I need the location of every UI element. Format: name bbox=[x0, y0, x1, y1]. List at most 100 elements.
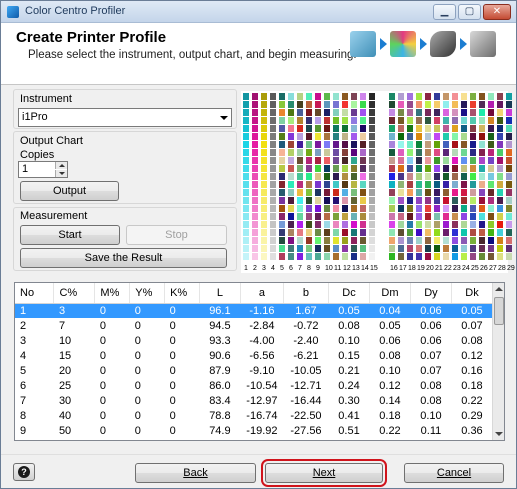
color-patch bbox=[243, 245, 249, 252]
color-patch bbox=[360, 197, 366, 204]
table-row[interactable]: 6 25 0 0 0 86.0 -10.54 -12.71 0.24 0.12 0.08 0.18 bbox=[15, 378, 493, 393]
stepper-up-icon[interactable] bbox=[55, 162, 67, 169]
color-patch bbox=[342, 197, 348, 204]
stop-button[interactable]: Stop bbox=[126, 225, 227, 245]
color-patch bbox=[297, 229, 303, 236]
measurement-table[interactable]: No C% M% Y% K% La b Dc Dm Dy Dk 1 3 0 0 0 96.1 -1.16 1.67… bbox=[14, 282, 505, 441]
color-patch bbox=[360, 229, 366, 236]
color-patch bbox=[306, 149, 312, 156]
table-row[interactable]: 8 40 0 0 0 78.8 -16.74 -22.50 0.41 0.18 0.10 0.29 bbox=[15, 408, 493, 423]
color-patch bbox=[416, 133, 422, 140]
column-header[interactable]: M% bbox=[94, 283, 131, 304]
column-header[interactable]: No bbox=[15, 283, 55, 304]
color-patch bbox=[488, 213, 494, 220]
column-header[interactable]: K% bbox=[164, 283, 200, 304]
column-header[interactable]: a bbox=[240, 283, 284, 304]
column-header[interactable]: L bbox=[199, 283, 241, 304]
color-patch bbox=[315, 157, 321, 164]
color-patch bbox=[470, 93, 476, 100]
scroll-up-icon[interactable] bbox=[495, 287, 503, 291]
color-patch bbox=[243, 173, 249, 180]
color-patch bbox=[333, 117, 339, 124]
color-patch bbox=[369, 157, 375, 164]
color-patch bbox=[452, 173, 458, 180]
scrollbar-thumb[interactable] bbox=[494, 297, 504, 325]
color-patch bbox=[243, 157, 249, 164]
color-patch bbox=[416, 149, 422, 156]
back-button[interactable]: Back bbox=[135, 463, 256, 483]
table-row[interactable]: 2 7 0 0 0 94.5 -2.84 -0.72 0.08 0.05 0.06 0.07 bbox=[15, 318, 493, 333]
color-patch bbox=[243, 109, 249, 116]
color-patch bbox=[425, 245, 431, 252]
color-patch bbox=[497, 197, 503, 204]
color-patch bbox=[324, 189, 330, 196]
color-patch bbox=[252, 125, 258, 132]
color-patch bbox=[369, 149, 375, 156]
color-patch bbox=[324, 205, 330, 212]
color-patch bbox=[497, 229, 503, 236]
column-header[interactable]: Dy bbox=[410, 283, 452, 304]
color-patch bbox=[389, 141, 395, 148]
color-patch bbox=[315, 125, 321, 132]
column-header[interactable]: Dm bbox=[369, 283, 411, 304]
color-patch bbox=[479, 229, 485, 236]
color-patch bbox=[252, 173, 258, 180]
color-patch bbox=[407, 133, 413, 140]
table-cell: 78.8 bbox=[209, 409, 231, 422]
table-scrollbar[interactable] bbox=[492, 283, 504, 440]
table-row[interactable]: 5 20 0 0 0 87.9 -9.10 -10.05 0.21 0.10 0.07 0.16 bbox=[15, 363, 493, 378]
table-row[interactable]: 9 50 0 0 0 74.9 -19.92 -27.56 0.51 0.22 0.11 0.36 bbox=[15, 423, 493, 438]
color-patch bbox=[369, 173, 375, 180]
stepper-down-icon[interactable] bbox=[55, 170, 67, 177]
app-icon bbox=[7, 6, 19, 18]
color-patch bbox=[279, 109, 285, 116]
chart-column-label: 18 bbox=[408, 265, 416, 272]
color-patch bbox=[488, 157, 494, 164]
table-cell: 20 bbox=[58, 364, 72, 377]
color-patch bbox=[506, 101, 512, 108]
color-patch bbox=[470, 133, 476, 140]
color-patch bbox=[342, 189, 348, 196]
table-cell: 0 bbox=[164, 303, 200, 318]
color-patch bbox=[252, 101, 258, 108]
color-patch bbox=[389, 149, 395, 156]
chart-column-label: 14 bbox=[361, 265, 369, 272]
column-header[interactable]: Dk bbox=[451, 283, 494, 304]
color-patch bbox=[342, 229, 348, 236]
color-patch bbox=[443, 149, 449, 156]
close-button[interactable]: ✕ bbox=[483, 4, 511, 20]
next-button[interactable]: Next bbox=[261, 459, 387, 487]
table-cell: 0 bbox=[99, 319, 107, 332]
color-patch bbox=[434, 237, 440, 244]
table-body: 1 3 0 0 0 96.1 -1.16 1.67 0.05 0.04 0.06 0.05 2 7 0 0 0 9… bbox=[15, 303, 493, 438]
chart-column-label: 5 bbox=[280, 265, 284, 272]
table-row[interactable]: 7 30 0 0 0 83.4 -12.97 -16.44 0.30 0.14 0.08 0.22 bbox=[15, 393, 493, 408]
column-header[interactable]: b bbox=[283, 283, 330, 304]
save-result-button[interactable]: Save the Result bbox=[20, 248, 227, 268]
minimize-button[interactable]: ▁ bbox=[433, 4, 456, 20]
output-button[interactable]: Output bbox=[20, 181, 119, 201]
color-patch bbox=[497, 101, 503, 108]
start-button[interactable]: Start bbox=[20, 225, 120, 245]
cancel-button[interactable]: Cancel bbox=[404, 463, 504, 483]
table-row[interactable]: 4 15 0 0 0 90.6 -6.56 -6.21 0.15 0.08 0.07 0.12 bbox=[15, 348, 493, 363]
column-header[interactable]: Dc bbox=[328, 283, 370, 304]
instrument-select[interactable]: i1Pro bbox=[18, 108, 232, 127]
copies-stepper[interactable]: 1 bbox=[18, 161, 68, 178]
scroll-down-icon[interactable] bbox=[495, 432, 503, 436]
color-patch bbox=[425, 197, 431, 204]
color-patch bbox=[369, 189, 375, 196]
table-row[interactable]: 3 10 0 0 0 93.3 -4.00 -2.40 0.10 0.06 0.06 0.08 bbox=[15, 333, 493, 348]
color-patch bbox=[452, 181, 458, 188]
help-button[interactable]: ? bbox=[13, 463, 35, 481]
color-patch bbox=[360, 253, 366, 260]
table-row[interactable]: 1 3 0 0 0 96.1 -1.16 1.67 0.05 0.04 0.06 0.05 bbox=[15, 303, 493, 318]
chart-column-label: 12 bbox=[343, 265, 351, 272]
color-patch bbox=[443, 165, 449, 172]
maximize-button[interactable]: ▢ bbox=[458, 4, 481, 20]
color-patch bbox=[342, 149, 348, 156]
color-patch bbox=[479, 213, 485, 220]
column-header[interactable]: C% bbox=[53, 283, 96, 304]
color-patch bbox=[434, 141, 440, 148]
column-header[interactable]: Y% bbox=[129, 283, 166, 304]
